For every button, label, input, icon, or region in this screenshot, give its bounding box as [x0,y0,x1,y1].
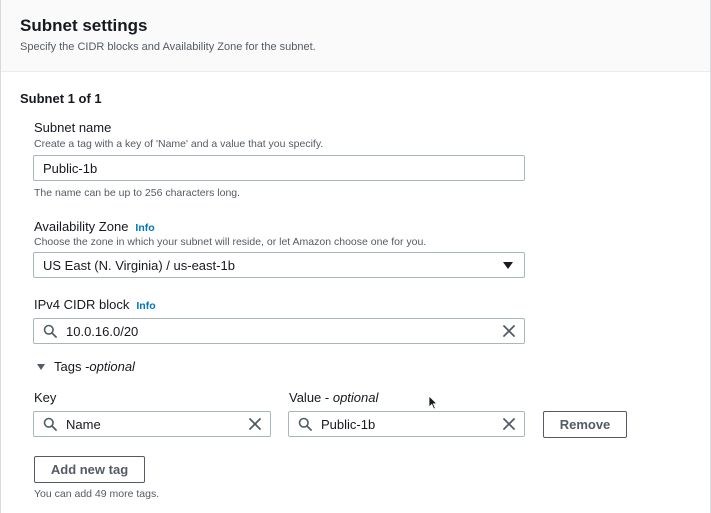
panel-description: Specify the CIDR blocks and Availability… [20,41,316,53]
search-icon [43,324,57,338]
availability-zone-value: US East (N. Virginia) / us-east-1b [43,257,235,273]
availability-zone-select[interactable]: US East (N. Virginia) / us-east-1b [33,252,525,278]
tag-value-header: Value - optional [289,390,378,405]
tags-expand-toggle[interactable]: Tags - optional [37,359,135,374]
caret-expanded-icon [37,363,45,370]
tags-optional-label: optional [89,359,135,374]
remove-tag-button[interactable]: Remove [543,411,627,438]
tags-toggle-label: Tags - [54,359,90,374]
availability-zone-label: Availability Zone Info [34,219,155,234]
tag-value-input[interactable]: Public-1b [288,411,525,437]
subnet-name-label: Subnet name [34,120,112,135]
subnet-name-input[interactable]: Public-1b [33,155,525,181]
ipv4-cidr-value: 10.0.16.0/20 [66,323,139,339]
search-icon [43,417,57,431]
availability-zone-label-text: Availability Zone [34,219,129,234]
tag-value-value: Public-1b [321,416,376,432]
search-icon [298,417,312,431]
tag-key-input[interactable]: Name [33,411,271,437]
close-icon[interactable] [502,417,516,431]
availability-zone-info-link[interactable]: Info [135,222,154,234]
ipv4-cidr-info-link[interactable]: Info [136,300,155,312]
panel-header: Subnet settings Specify the CIDR blocks … [1,0,710,72]
tag-value-header-text: Value - [289,390,333,405]
add-new-tag-button[interactable]: Add new tag [34,456,145,483]
subnet-name-hint: The name can be up to 256 characters lon… [34,187,241,199]
ipv4-cidr-input[interactable]: 10.0.16.0/20 [33,318,525,344]
availability-zone-description: Choose the zone in which your subnet wil… [34,236,427,248]
subnet-name-value: Public-1b [43,160,98,176]
panel-title: Subnet settings [20,16,148,35]
tag-key-header: Key [34,390,57,405]
subnet-heading: Subnet 1 of 1 [20,91,102,106]
ipv4-cidr-label-text: IPv4 CIDR block [34,297,130,312]
ipv4-cidr-label: IPv4 CIDR block Info [34,297,156,312]
caret-down-icon [503,262,513,269]
mouse-pointer-icon [428,395,438,410]
close-icon[interactable] [248,417,262,431]
subnet-settings-panel: Subnet settings Specify the CIDR blocks … [0,0,711,513]
subnet-name-description: Create a tag with a key of 'Name' and a … [34,138,324,150]
tag-key-value: Name [66,416,101,432]
tags-limit-hint: You can add 49 more tags. [34,488,160,500]
tag-value-optional-label: optional [332,390,379,405]
close-icon[interactable] [502,324,516,338]
